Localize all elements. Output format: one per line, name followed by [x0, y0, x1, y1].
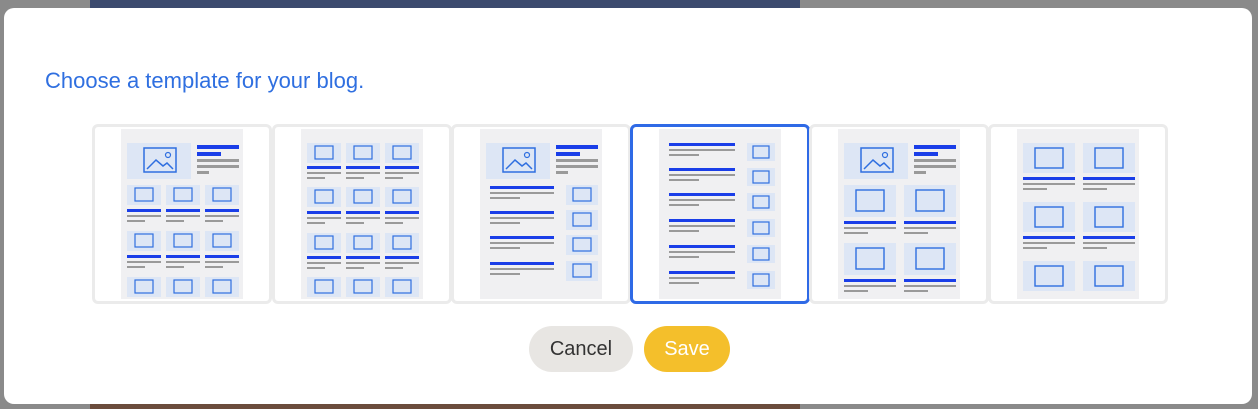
template-1-preview-graphic	[127, 143, 239, 297]
template-4-preview-graphic	[669, 143, 775, 289]
background-photo-top	[90, 0, 800, 8]
cancel-button[interactable]: Cancel	[529, 326, 633, 372]
template-card-5[interactable]	[809, 124, 989, 304]
template-preview	[480, 129, 602, 299]
template-card-1[interactable]	[92, 124, 272, 304]
dialog-title: Choose a template for your blog.	[45, 68, 365, 93]
template-3-preview-graphic	[486, 143, 598, 281]
template-card-3[interactable]	[451, 124, 631, 304]
template-preview	[121, 129, 243, 299]
template-card-6[interactable]	[988, 124, 1168, 304]
template-preview	[838, 129, 960, 299]
template-preview	[659, 129, 781, 299]
template-card-4[interactable]	[630, 124, 810, 304]
template-card-2[interactable]	[272, 124, 452, 304]
template-preview	[1017, 129, 1139, 299]
dialog-actions: Cancel Save	[4, 326, 1252, 372]
template-2-preview-graphic	[307, 143, 419, 297]
template-6-preview-graphic	[1023, 143, 1135, 291]
template-dialog: Choose a template for your blog. Cancel …	[4, 8, 1252, 404]
save-button[interactable]: Save	[644, 326, 730, 372]
template-5-preview-graphic	[844, 143, 956, 292]
template-preview	[301, 129, 423, 299]
